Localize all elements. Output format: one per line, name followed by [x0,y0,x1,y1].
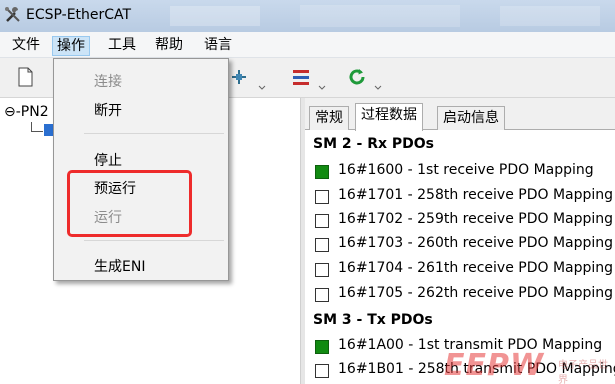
pdo-checkbox[interactable] [315,165,329,179]
menu-separator [84,240,224,241]
dropdown-arrow-icon[interactable] [258,82,266,92]
new-document-icon[interactable] [14,66,36,88]
annotation-highlight-box [67,170,192,237]
refresh-icon[interactable] [346,66,368,88]
device-details-panel: 常规 过程数据 启动信息 SM 2 - Rx PDOs 16#1600 - 1s… [305,98,615,384]
tab-general[interactable]: 常规 [309,106,349,130]
pdo-label: 16#1701 - 258th receive PDO Mapping [338,187,614,203]
menu-tools[interactable]: 工具 [104,36,140,56]
menu-item-disconnect[interactable]: 断开 [94,100,122,120]
section-title-tx: SM 3 - Tx PDOs [313,312,433,328]
pdo-checkbox[interactable] [315,340,329,354]
section-title-rx: SM 2 - Rx PDOs [313,136,434,152]
pdo-label: 16#1705 - 262th receive PDO Mapping [338,285,614,301]
menu-help[interactable]: 帮助 [151,36,187,56]
blurred-region [170,6,260,26]
pdo-checkbox[interactable] [315,214,329,228]
title-bar: ECSP-EtherCAT [0,0,615,32]
tree-connector [31,122,43,132]
watermark-logo: EEPW 电子产品世界 [440,346,615,384]
blurred-region [500,6,600,26]
tab-startup-info[interactable]: 启动信息 [437,106,505,130]
menu-item-connect[interactable]: 连接 [94,71,122,91]
pdo-checkbox[interactable] [315,364,329,378]
config-list-icon[interactable] [290,66,312,88]
menu-bar: 文件 操作 工具 帮助 语言 [0,32,615,58]
menu-item-generate-eni[interactable]: 生成ENI [94,256,145,276]
watermark-subtext: 电子产品世界 [558,360,608,384]
tab-process-data[interactable]: 过程数据 [355,103,423,131]
menu-operation[interactable]: 操作 [52,36,90,56]
pdo-label: 16#1600 - 1st receive PDO Mapping [338,162,594,178]
pdo-label: 16#1704 - 261th receive PDO Mapping [338,260,614,276]
pdo-label: 16#1703 - 260th receive PDO Mapping [338,235,614,251]
pdo-label: 16#1702 - 259th receive PDO Mapping [338,211,614,227]
pdo-checkbox[interactable] [315,288,329,302]
dropdown-arrow-icon[interactable] [318,82,326,92]
tab-bar: 常规 过程数据 启动信息 [305,98,615,131]
dropdown-arrow-icon[interactable] [374,82,382,92]
window-title: ECSP-EtherCAT [26,7,132,23]
menu-separator [84,133,224,134]
pdo-checkbox[interactable] [315,238,329,252]
network-icon[interactable] [228,66,250,88]
tree-node-root[interactable]: ⊖-PN2 [4,104,49,120]
tree-node-label: PN2 [20,104,49,120]
pdo-checkbox[interactable] [315,190,329,204]
watermark-text: EEPW [444,348,545,383]
menu-language[interactable]: 语言 [200,36,236,56]
menu-file[interactable]: 文件 [8,36,44,56]
pdo-checkbox[interactable] [315,263,329,277]
menu-item-stop[interactable]: 停止 [94,150,122,170]
blurred-region [300,5,460,27]
tools-icon [5,7,20,22]
